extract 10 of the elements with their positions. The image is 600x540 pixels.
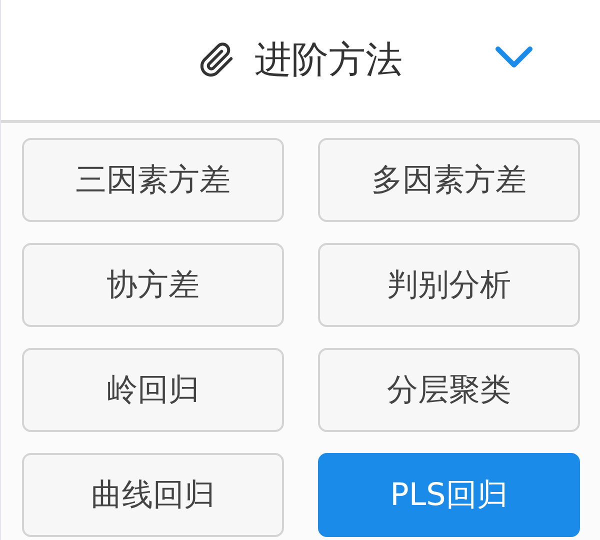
chevron-icon[interactable] xyxy=(494,44,534,70)
method-button[interactable]: 分层聚类 xyxy=(318,348,580,432)
method-button[interactable]: 岭回归 xyxy=(22,348,284,432)
method-button[interactable]: 多因素方差 xyxy=(318,138,580,222)
section-title: 进阶方法 xyxy=(254,37,402,83)
method-button[interactable]: 三因素方差 xyxy=(22,138,284,222)
method-button[interactable]: 协方差 xyxy=(22,243,284,327)
method-button[interactable]: 曲线回归 xyxy=(22,453,284,537)
method-button[interactable]: PLS回归 xyxy=(318,453,580,537)
method-button[interactable]: 判别分析 xyxy=(318,243,580,327)
